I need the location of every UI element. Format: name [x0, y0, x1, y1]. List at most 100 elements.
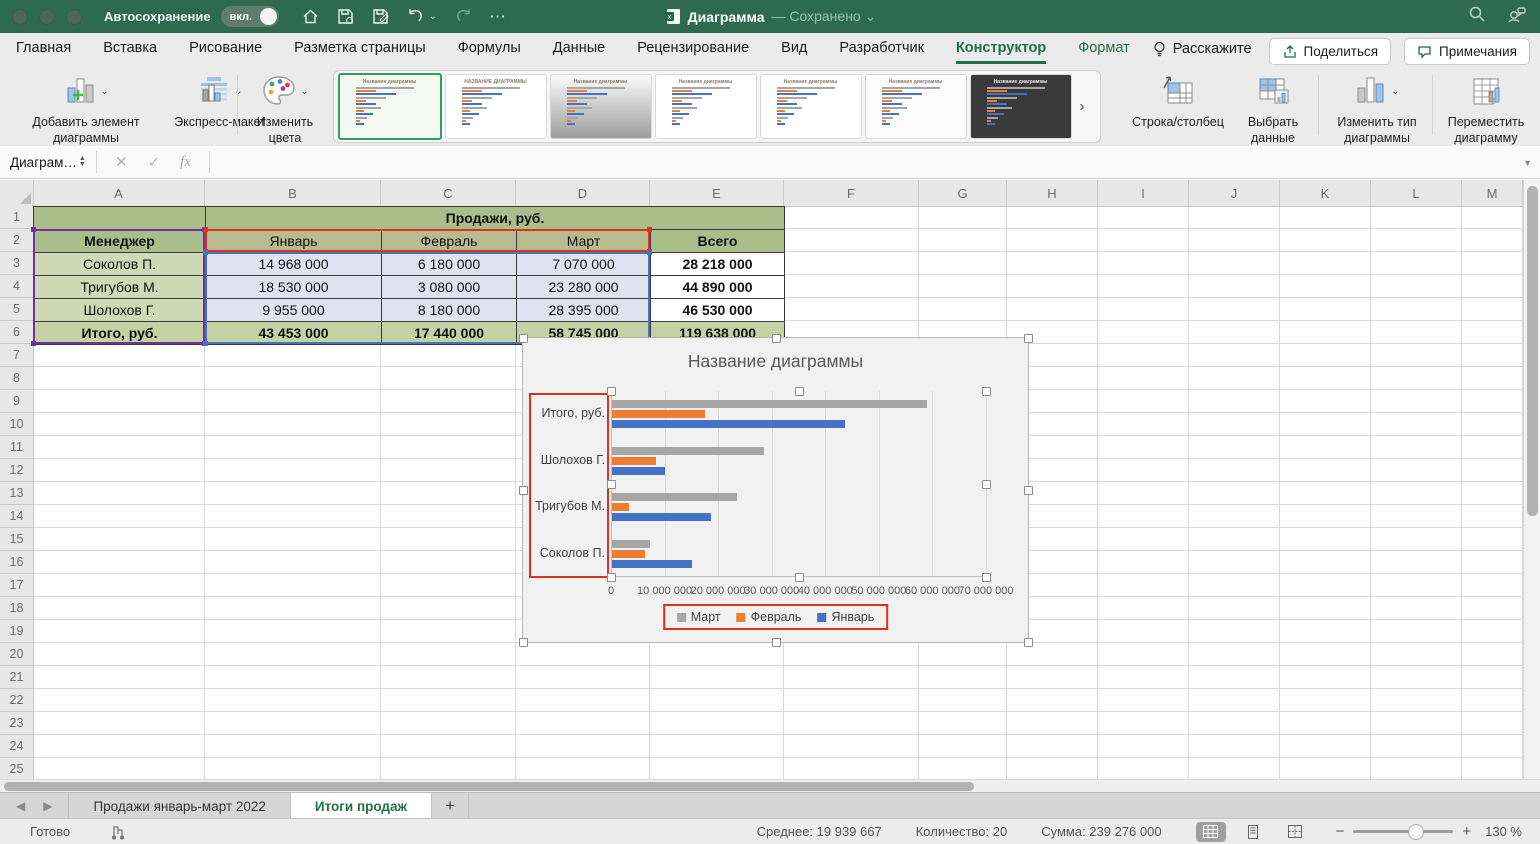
plot-area-handle[interactable]: [607, 387, 616, 396]
bar-Январь-0[interactable]: [612, 420, 845, 428]
chart-resize-handle[interactable]: [519, 638, 528, 647]
table-title-cell[interactable]: Продажи, руб.: [206, 207, 785, 230]
ribbon-tab-4[interactable]: Разметка страницы: [294, 34, 426, 64]
switch-row-column-button[interactable]: Строка/столбец: [1123, 71, 1233, 131]
zoom-in-icon[interactable]: +: [1462, 823, 1471, 840]
name-box[interactable]: Диаграм… ▲▼: [0, 146, 88, 178]
series-name-range-outline-handle[interactable]: [647, 227, 652, 232]
bar-Март-2[interactable]: [612, 493, 737, 501]
more-commands-icon[interactable]: ⋯: [489, 7, 507, 27]
ribbon-tab-5[interactable]: Формулы: [458, 34, 521, 64]
column-header-L[interactable]: L: [1371, 180, 1462, 206]
bar-Январь-2[interactable]: [612, 513, 711, 521]
close-window-button[interactable]: [12, 9, 28, 25]
table-cell-r5c4[interactable]: 46 530 000: [651, 299, 785, 322]
plot-area-handle[interactable]: [982, 480, 991, 489]
row-header-13[interactable]: 13: [0, 482, 33, 505]
chart-style-thumbnail-4[interactable]: Название диаграммы: [655, 74, 757, 139]
column-header-E[interactable]: E: [650, 180, 784, 206]
row-header-24[interactable]: 24: [0, 735, 33, 758]
ribbon-tab-6[interactable]: Данные: [553, 34, 605, 64]
zoom-slider-knob[interactable]: [1408, 824, 1424, 840]
column-header-K[interactable]: K: [1280, 180, 1371, 206]
chart-resize-handle[interactable]: [1024, 486, 1033, 495]
autosave-toggle[interactable]: вкл.: [221, 6, 279, 27]
search-icon[interactable]: [1468, 5, 1486, 28]
row-header-15[interactable]: 15: [0, 528, 33, 551]
ribbon-tab-8[interactable]: Вид: [781, 34, 807, 64]
row-header-2[interactable]: 2: [0, 229, 33, 252]
chart-style-thumbnail-3[interactable]: Название диаграммы: [550, 74, 652, 139]
column-header-J[interactable]: J: [1189, 180, 1280, 206]
row-header-21[interactable]: 21: [0, 666, 33, 689]
page-break-view-button[interactable]: [1280, 822, 1310, 842]
data-range-outline-handle[interactable]: [647, 250, 652, 255]
zoom-slider[interactable]: [1353, 830, 1453, 833]
ribbon-tab-1[interactable]: Главная: [16, 34, 71, 64]
row-header-4[interactable]: 4: [0, 275, 33, 298]
horizontal-scrollbar-thumb[interactable]: [4, 782, 974, 791]
bar-Январь-1[interactable]: [612, 467, 665, 475]
move-chart-button[interactable]: Переместить диаграмму: [1438, 71, 1534, 146]
chart-plot-area[interactable]: [611, 391, 986, 577]
prev-sheet-icon[interactable]: ◀: [16, 799, 25, 813]
name-box-stepper[interactable]: ▲▼: [79, 156, 86, 168]
column-header-G[interactable]: G: [919, 180, 1007, 206]
ribbon-tab-7[interactable]: Рецензирование: [637, 34, 749, 64]
feedback-person-icon[interactable]: [1506, 5, 1526, 29]
row-header-8[interactable]: 8: [0, 367, 33, 390]
row-header-22[interactable]: 22: [0, 689, 33, 712]
plot-area-handle[interactable]: [982, 573, 991, 582]
chart-resize-handle[interactable]: [772, 638, 781, 647]
row-header-3[interactable]: 3: [0, 252, 33, 275]
gallery-next-icon[interactable]: ›: [1073, 79, 1091, 135]
row-header-19[interactable]: 19: [0, 620, 33, 643]
page-layout-view-button[interactable]: [1238, 822, 1268, 842]
enter-icon[interactable]: ✓: [148, 153, 161, 171]
row-header-10[interactable]: 10: [0, 413, 33, 436]
plot-area-handle[interactable]: [607, 480, 616, 489]
chart-resize-handle[interactable]: [519, 334, 528, 343]
add-chart-element-button[interactable]: ⌄ Добавить элемент диаграммы: [12, 71, 160, 146]
category-axis-selection-box[interactable]: [529, 393, 609, 578]
zoom-percent[interactable]: 130 %: [1485, 824, 1522, 839]
column-header-B[interactable]: B: [205, 180, 381, 206]
share-button[interactable]: Поделиться: [1269, 38, 1392, 65]
chart-style-thumbnail-6[interactable]: Название диаграммы: [865, 74, 967, 139]
formula-bar-expand-icon[interactable]: ▼: [1523, 158, 1532, 168]
chart-resize-handle[interactable]: [1024, 638, 1033, 647]
data-range-outline-handle[interactable]: [203, 341, 208, 346]
vertical-scrollbar[interactable]: [1523, 180, 1540, 779]
chart-object[interactable]: Название диаграммы Итого, руб.Шолохов Г.…: [522, 337, 1029, 643]
row-header-17[interactable]: 17: [0, 574, 33, 597]
status-count[interactable]: Количество: 20: [916, 824, 1008, 839]
plot-area-handle[interactable]: [607, 573, 616, 582]
bar-Февраль-3[interactable]: [612, 550, 645, 558]
row-header-12[interactable]: 12: [0, 459, 33, 482]
change-colors-button[interactable]: ⌄ Изменить цвета: [243, 71, 327, 146]
row-header-5[interactable]: 5: [0, 298, 33, 321]
save-as-icon[interactable]: [371, 7, 390, 26]
column-header-M[interactable]: M: [1462, 180, 1523, 206]
header-total[interactable]: Всего: [651, 230, 785, 253]
bar-Март-1[interactable]: [612, 447, 764, 455]
bar-Февраль-0[interactable]: [612, 410, 705, 418]
chart-style-thumbnail-1[interactable]: Название диаграммы: [338, 73, 442, 140]
horizontal-scrollbar[interactable]: [0, 779, 1540, 793]
status-sum[interactable]: Сумма: 239 276 000: [1041, 824, 1161, 839]
table-cell-r4c4[interactable]: 44 890 000: [651, 276, 785, 299]
chart-title[interactable]: Название диаграммы: [523, 351, 1028, 372]
change-chart-type-button[interactable]: ⌄ Изменить тип диаграммы: [1325, 71, 1429, 146]
row-header-16[interactable]: 16: [0, 551, 33, 574]
legend-item-Февраль[interactable]: Февраль: [737, 610, 802, 624]
column-header-H[interactable]: H: [1007, 180, 1098, 206]
legend-item-Март[interactable]: Март: [677, 610, 721, 624]
chart-resize-handle[interactable]: [1024, 334, 1033, 343]
sheet-tab-results[interactable]: Итоги продаж: [291, 793, 432, 819]
save-icon[interactable]: [336, 7, 355, 26]
chart-resize-handle[interactable]: [772, 334, 781, 343]
cancel-icon[interactable]: ✕: [115, 153, 128, 171]
zoom-out-icon[interactable]: −: [1336, 823, 1345, 840]
normal-view-button[interactable]: [1196, 822, 1226, 842]
zoom-window-button[interactable]: [66, 9, 82, 25]
